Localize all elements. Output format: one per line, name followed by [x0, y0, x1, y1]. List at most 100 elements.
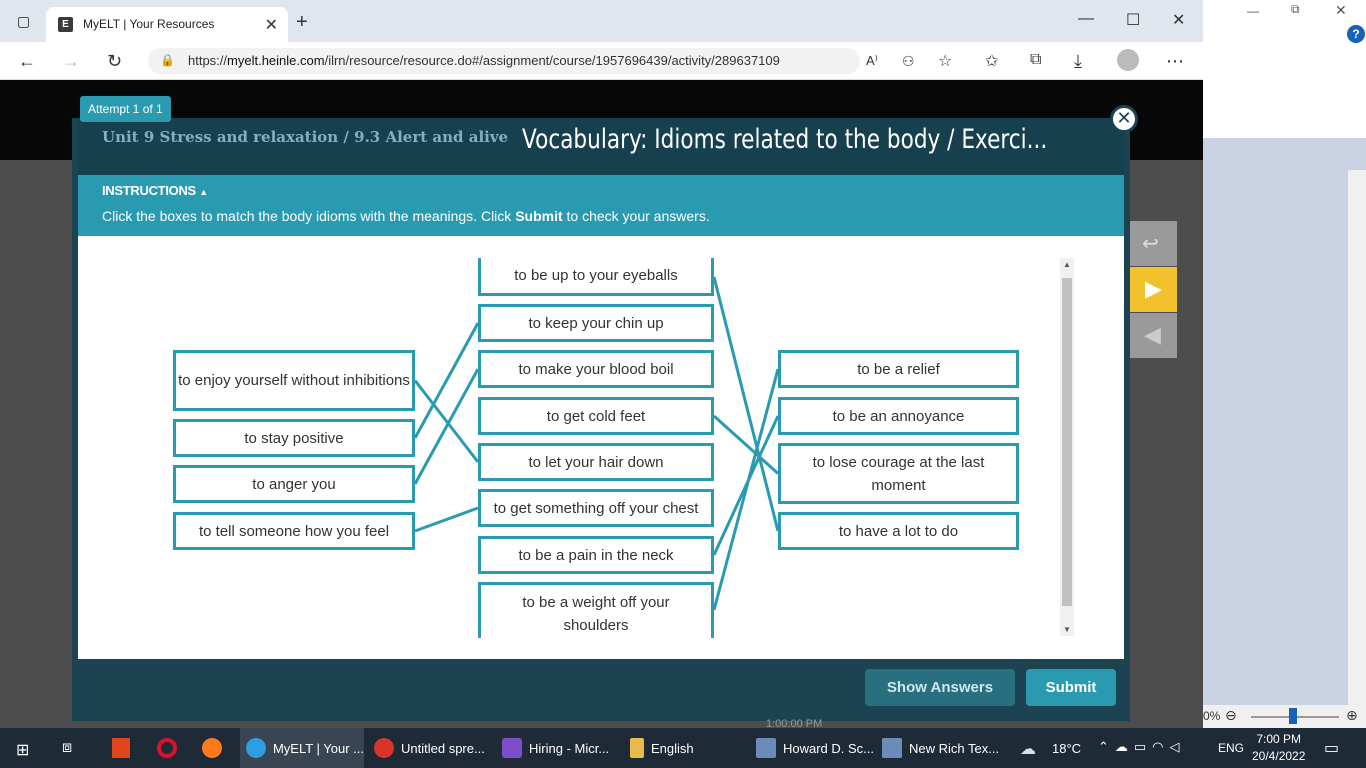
tray-icons[interactable]: ⌃☁▭◠◁: [1098, 739, 1186, 755]
matching-area: to enjoy yourself without inhibitions to…: [78, 236, 1124, 659]
middle-item[interactable]: to keep your chin up: [478, 304, 714, 342]
forward-icon[interactable]: →: [62, 51, 80, 72]
taskbar-item-visual-studio[interactable]: Hiring - Micr...: [496, 728, 620, 768]
collections-icon[interactable]: ⧉: [1030, 51, 1041, 69]
minimize-icon[interactable]: —: [1078, 10, 1094, 28]
document-icon: [882, 738, 902, 758]
side-restore-icon[interactable]: ⧉: [1291, 2, 1300, 17]
show-answers-button[interactable]: Show Answers: [865, 669, 1015, 706]
taskbar-item-edge[interactable]: MyELT | Your ...: [240, 728, 364, 768]
opera-icon[interactable]: [157, 738, 177, 758]
temperature[interactable]: 18°C: [1052, 741, 1081, 756]
previous-button[interactable]: ◀: [1130, 313, 1177, 358]
instructions-submit-word: Submit: [515, 208, 563, 224]
taskbar: ⊞ ⧈ MyELT | Your ... Untitled spre... Hi…: [0, 728, 1366, 768]
middle-item[interactable]: to make your blood boil: [478, 350, 714, 388]
favorites-icon[interactable]: ✩: [985, 51, 998, 71]
avatar[interactable]: [1117, 49, 1139, 71]
tab-actions-icon[interactable]: ▢: [17, 14, 30, 28]
refresh-icon[interactable]: ↻: [107, 51, 122, 72]
office-icon[interactable]: [112, 738, 130, 758]
help-icon[interactable]: ?: [1347, 25, 1365, 43]
middle-item[interactable]: to let your hair down: [478, 443, 714, 481]
chrome-icon: [374, 738, 394, 758]
weather-icon[interactable]: ☁: [1020, 739, 1036, 759]
taskbar-item-folder[interactable]: English: [624, 728, 748, 768]
submit-button[interactable]: Submit: [1026, 669, 1116, 706]
notifications-icon[interactable]: ▭: [1324, 738, 1339, 758]
more-menu-icon[interactable]: ⋯: [1166, 51, 1184, 72]
unit-title: Unit 9 Stress and relaxation / 9.3 Alert…: [102, 128, 509, 146]
zoom-bar: 0% ⊖ ⊕: [1203, 705, 1366, 728]
visual-studio-icon: [502, 738, 522, 758]
right-item[interactable]: to be a relief: [778, 350, 1019, 388]
scrollbar-thumb[interactable]: [1062, 278, 1072, 606]
instructions-text: Click the boxes to match the body idioms…: [102, 208, 710, 224]
connection-line-left: [414, 506, 479, 533]
play-next-icon: ▶: [1145, 276, 1162, 301]
back-nav-button[interactable]: ↩: [1130, 221, 1177, 266]
scroll-up-icon[interactable]: ▲: [1060, 260, 1074, 269]
window-close-icon[interactable]: ✕: [1172, 10, 1185, 30]
middle-item[interactable]: to be up to your eyeballs: [478, 258, 714, 296]
taskbar-item-doc1[interactable]: Howard D. Sc...: [750, 728, 874, 768]
side-scrollbar[interactable]: [1348, 170, 1366, 705]
matching-scrollbar[interactable]: ▲ ▼: [1060, 258, 1074, 636]
instructions-heading: INSTRUCTIONS: [102, 183, 196, 198]
firefox-icon[interactable]: [202, 738, 222, 758]
modal-header: Unit 9 Stress and relaxation / 9.3 Alert…: [78, 118, 1124, 175]
side-minimize-icon[interactable]: —: [1247, 4, 1259, 18]
collapse-triangle-icon: ▲: [199, 187, 208, 197]
zoom-in-icon[interactable]: ⊕: [1346, 707, 1358, 724]
zoom-out-icon[interactable]: ⊖: [1225, 707, 1237, 724]
instructions-panel: INSTRUCTIONS ▲ Click the boxes to match …: [78, 175, 1124, 236]
previous-icon: ◀: [1144, 322, 1161, 347]
right-item[interactable]: to have a lot to do: [778, 512, 1019, 550]
task-view-icon[interactable]: ⧈: [62, 739, 72, 757]
profile-switch-icon[interactable]: ⚇: [902, 53, 915, 70]
clock-date: 20/4/2022: [1252, 749, 1306, 763]
side-panel-body: [1203, 138, 1366, 728]
url-path: /ilrn/resource/resource.do#/assignment/c…: [324, 53, 780, 68]
left-item[interactable]: to enjoy yourself without inhibitions: [173, 350, 415, 411]
clock-time: 7:00 PM: [1256, 732, 1302, 746]
modal-close-icon[interactable]: ✕: [1110, 105, 1138, 133]
tab-close-icon[interactable]: ✕: [265, 15, 278, 35]
taskbar-item-doc2[interactable]: New Rich Tex...: [876, 728, 1000, 768]
tab-bar: ▢ E MyELT | Your Resources ✕ + — ☐ ✕: [0, 0, 1203, 42]
windows-start-icon[interactable]: ⊞: [16, 740, 29, 760]
read-aloud-icon[interactable]: A⁾: [866, 53, 878, 69]
browser-tab[interactable]: E MyELT | Your Resources ✕: [46, 7, 288, 42]
middle-item[interactable]: to be a pain in the neck: [478, 536, 714, 574]
left-item[interactable]: to tell someone how you feel: [173, 512, 415, 550]
left-item[interactable]: to anger you: [173, 465, 415, 503]
connection-line-left: [413, 368, 480, 485]
middle-item[interactable]: to get cold feet: [478, 397, 714, 435]
add-favorite-icon[interactable]: ☆: [938, 51, 952, 71]
url-field[interactable]: 🔒 https://myelt.heinle.com/ilrn/resource…: [148, 48, 860, 74]
maximize-icon[interactable]: ☐: [1126, 10, 1140, 30]
right-item[interactable]: to lose courage at the last moment: [778, 443, 1019, 504]
side-close-icon[interactable]: ✕: [1335, 2, 1347, 19]
folder-icon: [630, 738, 644, 758]
middle-item[interactable]: to be a weight off your shoulders: [478, 582, 714, 638]
taskbar-item-chrome[interactable]: Untitled spre...: [368, 728, 492, 768]
zoom-slider-thumb[interactable]: [1289, 708, 1297, 724]
clock[interactable]: 7:00 PM 20/4/2022: [1252, 731, 1305, 765]
left-item[interactable]: to stay positive: [173, 419, 415, 457]
language-indicator[interactable]: ENG: [1218, 741, 1244, 755]
next-button[interactable]: ▶: [1130, 267, 1177, 312]
address-bar-row: ← → ↻ 🔒 https://myelt.heinle.com/ilrn/re…: [0, 42, 1203, 80]
site-favicon-icon: E: [58, 17, 73, 32]
back-icon[interactable]: ←: [18, 51, 36, 72]
new-tab-icon[interactable]: +: [296, 11, 308, 34]
instructions-toggle[interactable]: INSTRUCTIONS ▲: [102, 183, 208, 198]
right-item[interactable]: to be an annoyance: [778, 397, 1019, 435]
activity-modal: Unit 9 Stress and relaxation / 9.3 Alert…: [72, 118, 1130, 721]
tab-title: MyELT | Your Resources: [83, 17, 215, 31]
downloads-icon[interactable]: ⤓: [1074, 51, 1082, 72]
scroll-down-icon[interactable]: ▼: [1060, 625, 1074, 634]
zoom-level: 0%: [1203, 709, 1221, 723]
middle-item[interactable]: to get something off your chest: [478, 489, 714, 527]
attempt-badge: Attempt 1 of 1: [80, 96, 171, 122]
